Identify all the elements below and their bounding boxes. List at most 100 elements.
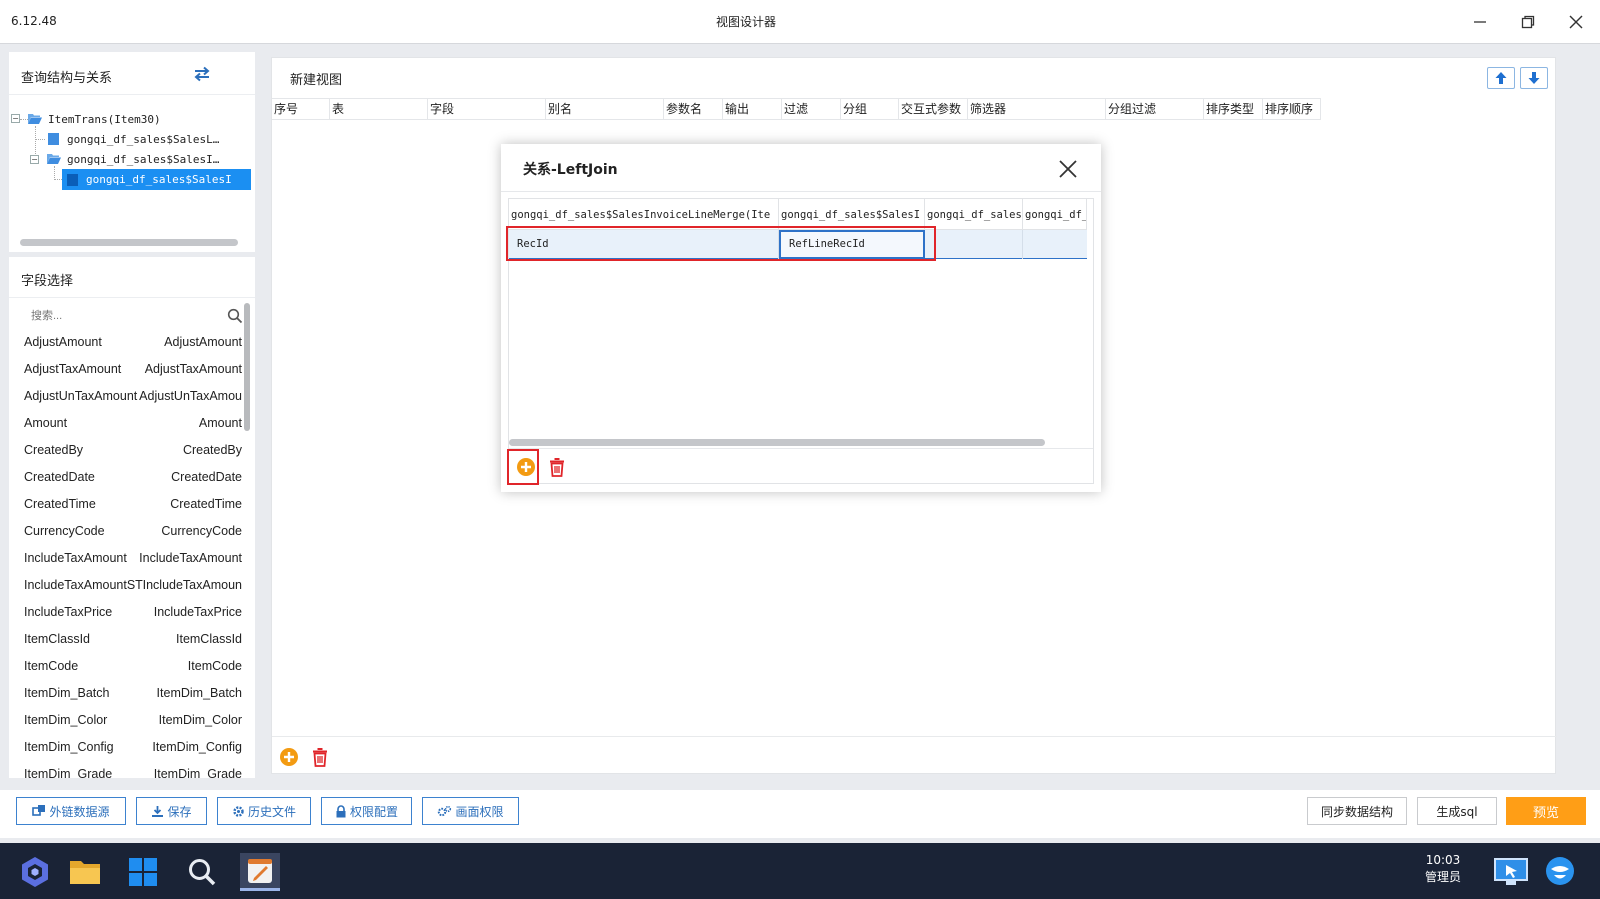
tree-node-sales-invoice-child[interactable]: gongqi_df_sales$SalesI [62,169,251,190]
arrow-down-icon [1528,72,1540,84]
list-item[interactable]: AdjustUnTaxAmount AdjustUnTaxAmou [9,387,242,407]
list-item[interactable]: ItemDim_Batch ItemDim_Batch [9,684,242,704]
save-button[interactable]: 保存 [136,797,207,825]
tree-node-sales-line[interactable]: gongqi_df_sales$SalesL… [47,130,219,148]
file-explorer-button[interactable] [65,853,105,891]
view-column-header[interactable]: 过滤 [782,98,841,120]
permission-config-button[interactable]: 权限配置 [321,797,412,825]
field-selection-panel: 字段选择 AdjustAmount AdjustAmount AdjustTaxAm… [9,257,255,778]
list-item[interactable]: CreatedDate CreatedDate [9,468,242,488]
view-column-header[interactable]: 排序顺序 [1263,98,1321,120]
list-item[interactable]: ItemClassId ItemClassId [9,630,242,650]
windows-start-button[interactable] [123,853,163,891]
view-column-header[interactable]: 序号 [272,98,330,120]
view-column-header[interactable]: 筛选器 [968,98,1106,120]
field-alias: ItemDim_Grade [153,767,242,778]
list-item[interactable]: ItemCode ItemCode [9,657,242,677]
list-item[interactable]: CreatedBy CreatedBy [9,441,242,461]
launcher-icon [22,857,48,887]
list-item[interactable]: CreatedTime CreatedTime [9,495,242,515]
field-selection-title: 字段选择 [21,274,74,289]
field-name: Amount [24,416,68,430]
folder-icon [70,861,100,884]
tree-node-root[interactable]: ItemTrans(Item30) [28,110,161,128]
move-down-button[interactable] [1520,67,1548,89]
delete-relation-icon[interactable] [547,457,567,477]
query-structure-panel: 查询结构与关系 − ItemTrans(Item30) gongqi_df_sa… [9,52,255,252]
view-column-header[interactable]: 交互式参数 [899,98,968,120]
window-title: 视图设计器 [715,15,776,29]
view-column-header[interactable]: 参数名 [664,98,723,120]
external-datasource-button[interactable]: 外链数据源 [16,797,126,825]
history-files-button[interactable]: 历史文件 [217,797,311,825]
field-alias: IncludeTaxAmoun [142,578,242,592]
view-column-header[interactable]: 字段 [428,98,546,120]
minimize-button[interactable] [1466,9,1494,35]
field-name: ItemDim_Config [24,740,114,754]
grid-column-header[interactable]: gongqi_df_sales [925,199,1023,230]
list-item[interactable]: Amount Amount [9,414,242,434]
dialog-title: 关系-LeftJoin [523,162,618,178]
view-column-header[interactable]: 表 [330,98,428,120]
swap-icon[interactable] [192,65,212,83]
field-name: IncludeTaxPrice [24,605,113,619]
dialog-close-icon[interactable] [1057,158,1079,180]
view-column-header[interactable]: 分组 [841,98,899,120]
view-column-header[interactable]: 排序类型 [1204,98,1263,120]
list-item[interactable]: IncludeTaxAmountST IncludeTaxAmoun [9,576,242,596]
restore-button[interactable] [1514,9,1542,35]
query-structure-title: 查询结构与关系 [21,71,113,86]
field-alias: IncludeTaxPrice [153,605,242,619]
add-row-icon[interactable] [279,747,299,767]
field-alias: IncludeTaxAmount [139,551,242,565]
grid-cell[interactable] [925,230,1023,259]
remote-desktop-button[interactable] [1491,853,1531,891]
close-window-button[interactable] [1562,9,1590,35]
screen-permission-button[interactable]: 画面权限 [422,797,519,825]
list-item[interactable]: ItemDim_Grade ItemDim_Grade [9,765,242,778]
list-item[interactable]: AdjustAmount AdjustAmount [9,333,242,353]
search-icon[interactable] [227,308,243,324]
collapse-toggle[interactable]: − [30,155,39,164]
grid-column-header[interactable]: gongqi_df_ [1023,199,1087,230]
view-column-header[interactable]: 别名 [546,98,664,120]
list-item[interactable]: ItemDim_Color ItemDim_Color [9,711,242,731]
arrow-up-icon [1495,72,1507,84]
grid-cell[interactable] [1023,230,1087,259]
notepad-pencil-icon [248,858,272,883]
field-name: AdjustAmount [24,335,102,349]
field-alias: CreatedTime [170,497,242,511]
view-designer-app-button[interactable] [240,853,280,891]
field-alias: ItemClassId [176,632,242,646]
tree-horizontal-scrollbar[interactable] [20,239,238,246]
minimize-icon [1474,21,1486,23]
field-name: CreatedBy [24,443,84,457]
tree-node-sales-invoice[interactable]: gongqi_df_sales$SalesI… [47,150,219,168]
system-clock[interactable]: 10:03 管理员 [1414,852,1472,886]
list-item[interactable]: AdjustTaxAmount AdjustTaxAmount [9,360,242,380]
clock-time: 10:03 [1425,853,1461,867]
generate-sql-button[interactable]: 生成sql [1417,797,1497,825]
chat-app-button[interactable] [1540,853,1580,891]
list-item[interactable]: ItemDim_Config ItemDim_Config [9,738,242,758]
clock-user: 管理员 [1424,870,1461,884]
taskbar-search-button[interactable] [182,853,222,891]
list-item[interactable]: CurrencyCode CurrencyCode [9,522,242,542]
title-bar: 6.12.48 视图设计器 [0,0,1600,44]
preview-button[interactable]: 预览 [1506,797,1586,825]
field-list-scrollbar[interactable] [244,303,250,431]
field-name: ItemDim_Grade [24,767,113,778]
delete-row-icon[interactable] [310,747,330,767]
list-item[interactable]: IncludeTaxAmount IncludeTaxAmount [9,549,242,569]
sync-structure-button[interactable]: 同步数据结构 [1307,797,1407,825]
field-search-input[interactable] [21,305,245,327]
grid-horizontal-scrollbar[interactable] [509,439,1045,446]
move-up-button[interactable] [1487,67,1515,89]
list-item[interactable]: IncludeTaxPrice IncludeTaxPrice [9,603,242,623]
windows-icon [129,858,157,886]
field-alias: ItemCode [187,659,242,673]
view-column-header[interactable]: 分组过滤 [1106,98,1204,120]
view-column-header[interactable]: 输出 [723,98,782,120]
collapse-toggle[interactable]: − [11,114,20,123]
start-launcher-button[interactable] [15,853,55,891]
